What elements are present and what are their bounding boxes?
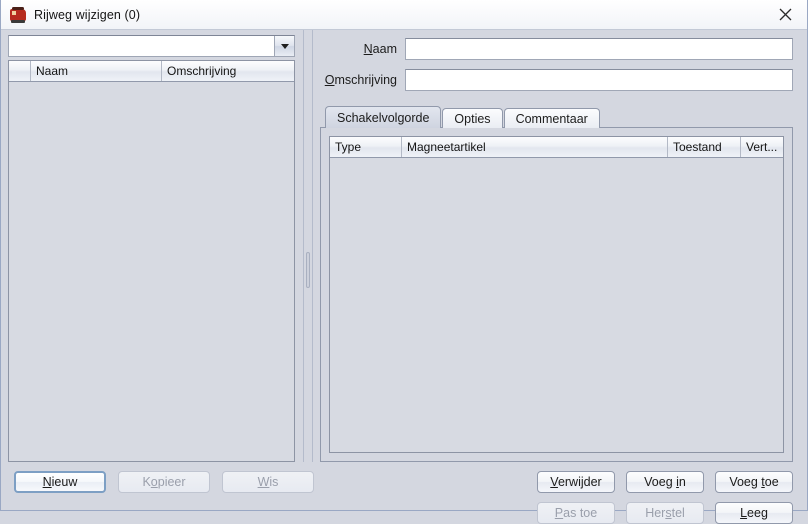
pas-toe-button[interactable]: Pas toe bbox=[537, 502, 615, 524]
close-icon[interactable] bbox=[763, 0, 807, 28]
chevron-down-icon[interactable] bbox=[274, 36, 294, 56]
col-type[interactable]: Type bbox=[330, 137, 402, 157]
tab-strip: Schakelvolgorde Opties Commentaar bbox=[320, 106, 793, 128]
omschrijving-label: Omschrijving bbox=[324, 73, 397, 87]
col-toestand[interactable]: Toestand bbox=[668, 137, 741, 157]
tab-schakelvolgorde[interactable]: Schakelvolgorde bbox=[325, 106, 442, 128]
schakelvolgorde-table[interactable]: Type Magneetartikel Toestand Vert... bbox=[329, 136, 784, 453]
routes-table-body[interactable] bbox=[9, 82, 294, 461]
route-selector-row bbox=[1, 30, 303, 60]
action-button-row-1: Verwijder Voeg in Voeg toe bbox=[537, 471, 793, 493]
herstel-button[interactable]: Herstel bbox=[626, 502, 704, 524]
tab-opties[interactable]: Opties bbox=[442, 108, 503, 128]
schakelvolgorde-table-header: Type Magneetartikel Toestand Vert... bbox=[330, 137, 783, 158]
routes-col-omschrijving[interactable]: Omschrijving bbox=[162, 61, 294, 81]
right-button-area: Verwijder Voeg in Voeg toe Pas toe Herst… bbox=[311, 462, 807, 524]
routes-col-icon[interactable] bbox=[9, 61, 31, 81]
split-pane-divider[interactable] bbox=[303, 30, 313, 462]
locomotive-icon bbox=[9, 6, 27, 24]
route-combobox-value bbox=[9, 36, 274, 56]
verwijder-button[interactable]: Verwijder bbox=[537, 471, 615, 493]
naam-row: Naam bbox=[313, 38, 807, 60]
split-pane-grip[interactable] bbox=[306, 252, 310, 288]
voeg-in-button[interactable]: Voeg in bbox=[626, 471, 704, 493]
tabbed-pane: Schakelvolgorde Opties Commentaar Type M… bbox=[320, 106, 793, 462]
routes-table[interactable]: Naam Omschrijving bbox=[8, 60, 295, 462]
naam-label: Naam bbox=[363, 42, 397, 56]
omschrijving-field[interactable] bbox=[405, 69, 793, 91]
title-bar: Rijweg wijzigen (0) bbox=[1, 0, 807, 30]
col-vertraging[interactable]: Vert... bbox=[741, 137, 783, 157]
naam-field[interactable] bbox=[405, 38, 793, 60]
dialog-window: Rijweg wijzigen (0) Naam Omschrijving Na… bbox=[0, 0, 808, 524]
nieuw-button[interactable]: Nieuw bbox=[14, 471, 106, 493]
routes-col-naam[interactable]: Naam bbox=[31, 61, 162, 81]
voeg-toe-button[interactable]: Voeg toe bbox=[715, 471, 793, 493]
dialog-content: Naam Omschrijving Naam Omschrijving Scha… bbox=[1, 30, 807, 462]
window-title: Rijweg wijzigen (0) bbox=[34, 7, 141, 22]
left-pane: Naam Omschrijving bbox=[1, 30, 303, 462]
omschrijving-row: Omschrijving bbox=[313, 69, 807, 91]
right-pane: Naam Omschrijving Schakelvolgorde Opties… bbox=[313, 30, 807, 462]
schakelvolgorde-table-body[interactable] bbox=[330, 158, 783, 452]
kopieer-button[interactable]: Kopieer bbox=[118, 471, 210, 493]
leeg-button[interactable]: Leeg bbox=[715, 502, 793, 524]
routes-table-header: Naam Omschrijving bbox=[9, 61, 294, 82]
bottom-button-bar: Nieuw Kopieer Wis Verwijder Voeg in Voeg… bbox=[1, 462, 807, 524]
tab-commentaar[interactable]: Commentaar bbox=[503, 108, 600, 128]
tab-panel-schakelvolgorde: Type Magneetartikel Toestand Vert... bbox=[320, 127, 793, 462]
left-button-area: Nieuw Kopieer Wis bbox=[1, 462, 314, 510]
route-combobox[interactable] bbox=[8, 35, 295, 57]
wis-button[interactable]: Wis bbox=[222, 471, 314, 493]
col-magneetartikel[interactable]: Magneetartikel bbox=[402, 137, 668, 157]
action-button-row-2: Pas toe Herstel Leeg bbox=[537, 502, 793, 524]
